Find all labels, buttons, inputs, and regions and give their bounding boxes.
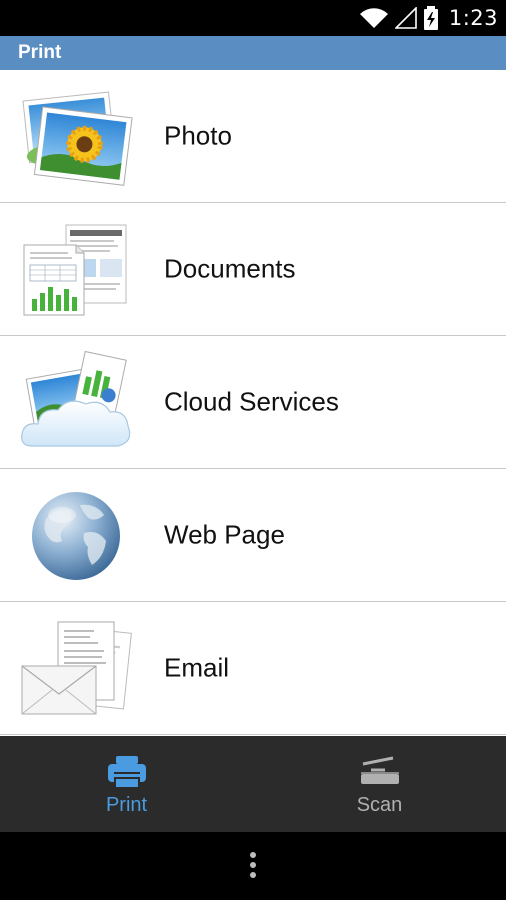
battery-charging-icon [423,6,438,30]
system-nav-bar [0,832,506,900]
menu-item-label: Web Page [164,519,285,550]
menu-item-label: Photo [164,120,232,151]
tab-scan[interactable]: Scan [253,736,506,832]
cell-signal-icon [394,7,417,29]
scanner-icon [360,756,399,784]
menu-item-label: Documents [164,253,296,284]
page-title: Print [18,42,62,63]
documents-icon [23,224,127,316]
email-icon [21,621,132,715]
menu-list: Photo Documents Cloud Services Web Page … [0,70,506,736]
printer-icon [107,756,146,789]
cloud-services-icon [21,350,131,447]
status-icons: 1:23 [359,4,498,32]
wifi-icon [359,8,388,29]
status-bar: 1:23 [0,0,506,36]
tab-scan-label: Scan [356,794,403,816]
menu-item-email[interactable]: Email [0,602,506,735]
menu-item-photo[interactable]: Photo [0,70,506,203]
app-header: Print [0,36,506,70]
photo-icon [22,91,133,186]
web-page-icon [32,492,120,580]
bottom-nav: Print Scan [0,736,506,832]
tab-print[interactable]: Print [0,736,253,832]
menu-item-label: Email [164,652,230,683]
menu-item-web-page[interactable]: Web Page [0,469,506,602]
overflow-menu-icon[interactable] [247,852,259,882]
menu-item-documents[interactable]: Documents [0,203,506,336]
tab-print-label: Print [105,794,148,816]
status-time: 1:23 [448,6,498,30]
menu-item-label: Cloud Services [164,386,339,417]
menu-item-cloud-services[interactable]: Cloud Services [0,336,506,469]
